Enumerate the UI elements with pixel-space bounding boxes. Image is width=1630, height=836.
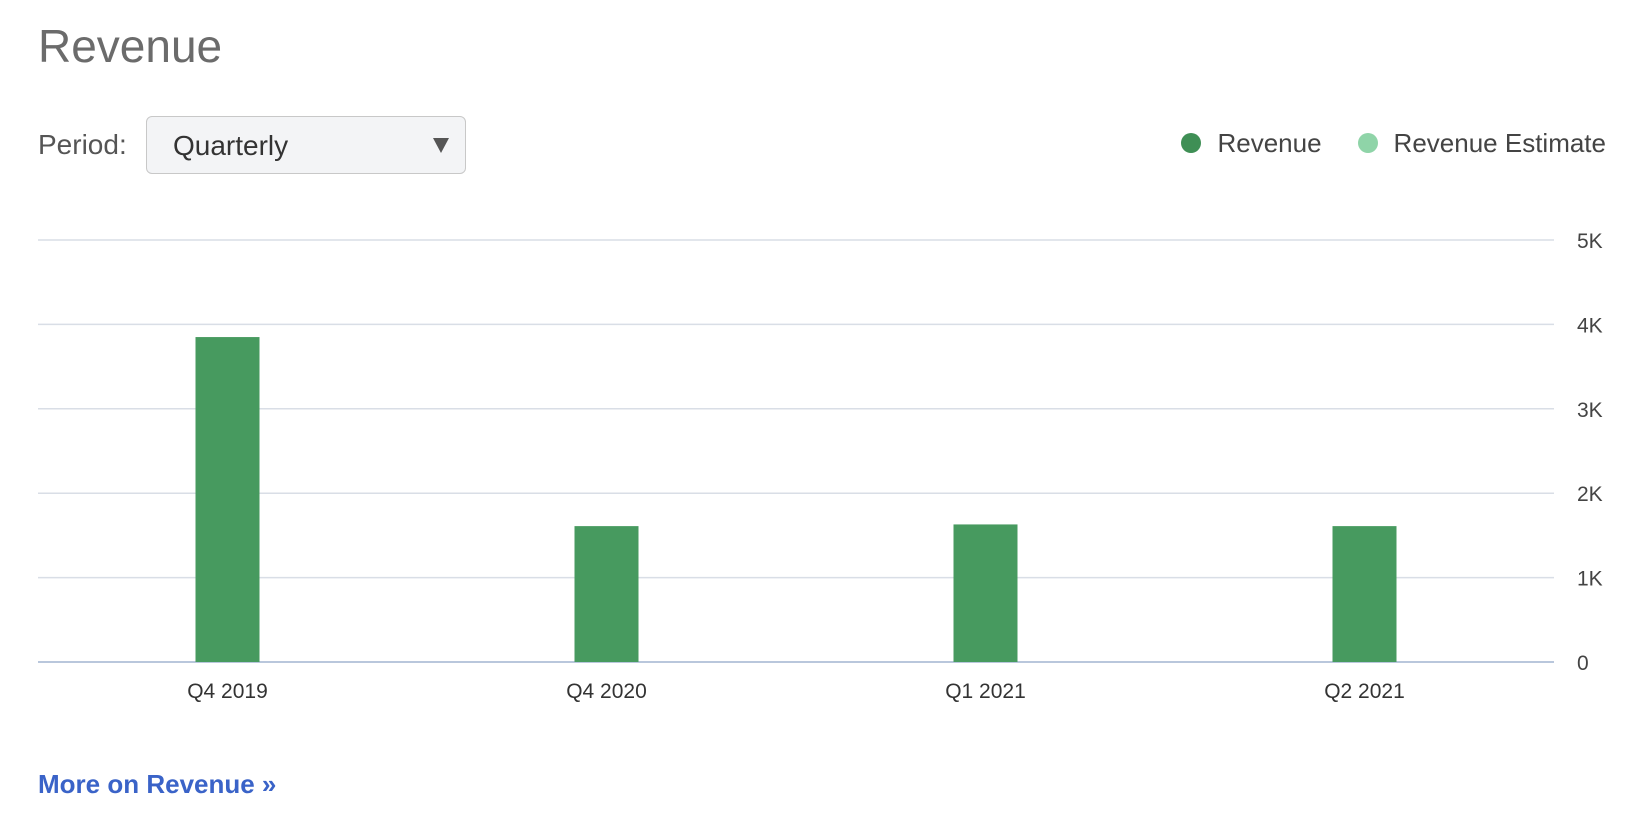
x-tick-label: Q4 2019 bbox=[187, 680, 268, 703]
bar-q1-2021 bbox=[953, 524, 1018, 662]
y-tick-label: 0 bbox=[1577, 652, 1589, 675]
bar-q4-2019 bbox=[195, 337, 260, 662]
y-tick-label: 1K bbox=[1577, 568, 1603, 591]
bar-q4-2020 bbox=[574, 526, 639, 662]
y-tick-label: 3K bbox=[1577, 399, 1603, 422]
x-tick-label: Q2 2021 bbox=[1324, 680, 1405, 703]
y-tick-label: 5K bbox=[1577, 230, 1603, 253]
x-tick-label: Q1 2021 bbox=[945, 680, 1026, 703]
y-tick-label: 4K bbox=[1577, 314, 1603, 337]
more-on-revenue-link[interactable]: More on Revenue » bbox=[38, 768, 276, 800]
y-tick-label: 2K bbox=[1577, 483, 1603, 506]
bar-q2-2021 bbox=[1332, 526, 1397, 662]
revenue-bar-chart: 0 1K 2K 3K 4K 5K Q4 2019 Q4 2020 Q1 2021 Q2 2021 bbox=[38, 230, 1603, 703]
x-tick-label: Q4 2020 bbox=[566, 680, 647, 703]
